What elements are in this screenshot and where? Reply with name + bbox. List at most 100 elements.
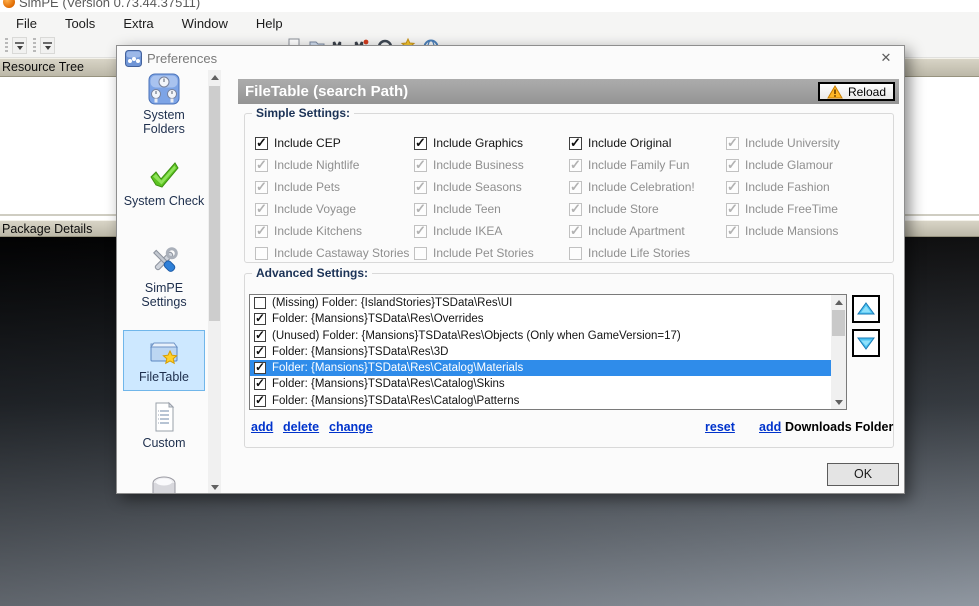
list-actions: add delete change reset add Downloads Fo… xyxy=(245,420,895,442)
checkbox-icon[interactable] xyxy=(255,203,268,216)
checkbox-icon[interactable] xyxy=(414,181,427,194)
checkbox-icon[interactable] xyxy=(254,313,266,325)
checkbox-icon[interactable] xyxy=(414,225,427,238)
simple-setting[interactable]: Include Kitchens xyxy=(255,220,409,242)
simple-setting[interactable]: Include Store xyxy=(569,198,695,220)
sidebar-scrollbar-thumb[interactable] xyxy=(209,86,220,321)
sidebar-item-custom[interactable]: Custom xyxy=(123,401,205,450)
move-up-button[interactable] xyxy=(852,295,880,323)
simple-setting[interactable]: Include Castaway Stories xyxy=(255,242,409,264)
checkbox-icon[interactable] xyxy=(569,159,582,172)
add-downloads-link[interactable]: add xyxy=(759,420,781,434)
toolbar-dropdown-button[interactable] xyxy=(40,37,55,54)
simple-setting[interactable]: Include Celebration! xyxy=(569,176,695,198)
section-title: FileTable (search Path) xyxy=(238,79,899,104)
checkbox-icon[interactable] xyxy=(254,297,266,309)
simple-setting[interactable]: Include Teen xyxy=(414,198,534,220)
checkbox-icon[interactable] xyxy=(414,247,427,260)
simple-setting[interactable]: Include IKEA xyxy=(414,220,534,242)
change-link[interactable]: change xyxy=(329,420,373,434)
checkbox-icon[interactable] xyxy=(569,247,582,260)
simple-setting[interactable]: Include Pet Stories xyxy=(414,242,534,264)
simpe-logo-icon xyxy=(3,0,15,8)
toolbar-grip[interactable] xyxy=(5,38,8,53)
checkbox-icon[interactable] xyxy=(254,362,266,374)
simple-setting[interactable]: Include Business xyxy=(414,154,534,176)
close-icon[interactable]: ✕ xyxy=(878,50,894,66)
sidebar-item-simpe-settings[interactable]: SimPE Settings xyxy=(123,244,205,309)
checkbox-icon[interactable] xyxy=(254,395,266,407)
filetable-entry[interactable]: Folder: {Mansions}TSData\Res\Overrides xyxy=(250,311,846,327)
filetable-entry[interactable]: (Unused) Folder: {Mansions}TSData\Res\Ob… xyxy=(250,328,846,344)
scroll-up-icon[interactable] xyxy=(831,295,846,309)
checkbox-icon[interactable] xyxy=(569,181,582,194)
simple-setting[interactable]: Include Nightlife xyxy=(255,154,409,176)
simple-setting[interactable]: Include Original xyxy=(569,132,695,154)
menu-tools[interactable]: Tools xyxy=(55,14,105,33)
scroll-up-icon[interactable] xyxy=(208,70,221,85)
filetable-entry[interactable]: Folder: {Mansions}TSData\Res\3D xyxy=(250,344,846,360)
menu-window[interactable]: Window xyxy=(172,14,238,33)
simple-setting[interactable]: Include CEP xyxy=(255,132,409,154)
checkbox-icon[interactable] xyxy=(414,203,427,216)
simple-setting[interactable]: Include Life Stories xyxy=(569,242,695,264)
list-scrollbar[interactable] xyxy=(831,295,846,409)
sidebar-item-system-check[interactable]: System Check xyxy=(123,159,205,208)
checkbox-icon[interactable] xyxy=(255,225,268,238)
move-down-button[interactable] xyxy=(852,329,880,357)
simple-setting[interactable]: Include Fashion xyxy=(726,176,840,198)
list-scrollbar-thumb[interactable] xyxy=(832,310,845,336)
checkbox-icon[interactable] xyxy=(726,159,739,172)
checkbox-icon[interactable] xyxy=(255,137,268,150)
filetable-entry[interactable]: Folder: {Mansions}TSData\Res\Catalog\Ski… xyxy=(250,376,846,392)
add-link[interactable]: add xyxy=(251,420,273,434)
reset-link[interactable]: reset xyxy=(705,420,735,434)
delete-link[interactable]: delete xyxy=(283,420,319,434)
simple-setting[interactable]: Include Pets xyxy=(255,176,409,198)
checkbox-icon[interactable] xyxy=(255,247,268,260)
checkbox-icon[interactable] xyxy=(254,378,266,390)
simple-setting[interactable]: Include Apartment xyxy=(569,220,695,242)
scroll-down-icon[interactable] xyxy=(831,395,846,409)
menu-extra[interactable]: Extra xyxy=(113,14,163,33)
toolbar-dropdown-button[interactable] xyxy=(12,37,27,54)
checkbox-icon[interactable] xyxy=(254,346,266,358)
simple-setting[interactable]: Include Graphics xyxy=(414,132,534,154)
toolbar-grip[interactable] xyxy=(33,38,36,53)
scroll-down-icon[interactable] xyxy=(208,480,221,494)
filetable-list[interactable]: (Missing) Folder: {IslandStories}TSData\… xyxy=(249,294,847,410)
menu-file[interactable]: File xyxy=(6,14,47,33)
simple-setting[interactable]: Include University xyxy=(726,132,840,154)
checkbox-icon[interactable] xyxy=(726,203,739,216)
checkbox-icon[interactable] xyxy=(254,330,266,342)
filetable-entry[interactable]: Folder: {Mansions}TSData\Res\Catalog\Pat… xyxy=(250,393,846,409)
simple-setting[interactable]: Include FreeTime xyxy=(726,198,840,220)
simple-setting[interactable]: Include Glamour xyxy=(726,154,840,176)
checkbox-icon[interactable] xyxy=(414,159,427,172)
simple-setting[interactable]: Include Voyage xyxy=(255,198,409,220)
down-triangle-icon xyxy=(856,335,876,351)
warning-icon xyxy=(827,85,843,99)
checkbox-icon[interactable] xyxy=(726,137,739,150)
ok-button[interactable]: OK xyxy=(827,463,899,486)
simple-setting[interactable]: Include Mansions xyxy=(726,220,840,242)
sidebar-item-filetable[interactable]: FileTable xyxy=(123,330,205,391)
filetable-entry[interactable]: Folder: {Mansions}TSData\Res\Catalog\Mat… xyxy=(250,360,846,376)
checkbox-icon[interactable] xyxy=(726,225,739,238)
reload-button[interactable]: Reload xyxy=(818,82,895,101)
checkbox-icon[interactable] xyxy=(414,137,427,150)
sidebar-scrollbar[interactable] xyxy=(208,70,221,494)
sidebar-item-system-folders[interactable]: System Folders xyxy=(123,73,205,136)
menu-help[interactable]: Help xyxy=(246,14,293,33)
checkbox-icon[interactable] xyxy=(569,137,582,150)
main-window-title: SimPE (Version 0.73.44.37511) xyxy=(19,0,200,10)
checkbox-icon[interactable] xyxy=(255,181,268,194)
sidebar-item-database-partial[interactable] xyxy=(123,474,205,494)
checkbox-icon[interactable] xyxy=(726,181,739,194)
checkbox-icon[interactable] xyxy=(255,159,268,172)
simple-setting[interactable]: Include Seasons xyxy=(414,176,534,198)
checkbox-icon[interactable] xyxy=(569,225,582,238)
simple-setting[interactable]: Include Family Fun xyxy=(569,154,695,176)
checkbox-icon[interactable] xyxy=(569,203,582,216)
filetable-entry[interactable]: (Missing) Folder: {IslandStories}TSData\… xyxy=(250,295,846,311)
